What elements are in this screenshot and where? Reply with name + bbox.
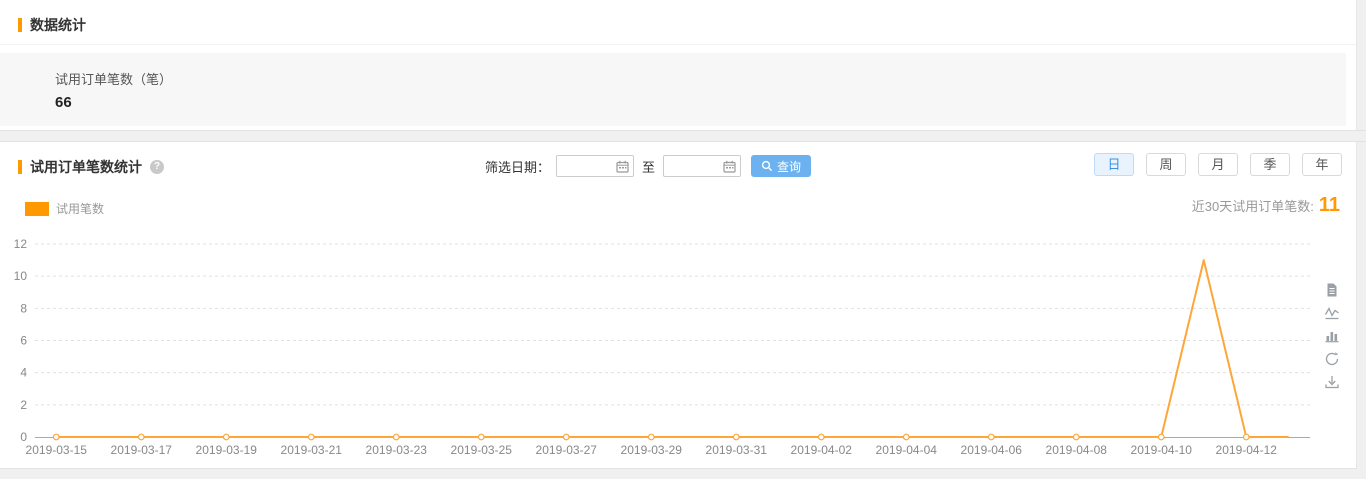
svg-text:2019-04-04: 2019-04-04	[876, 443, 938, 457]
svg-text:2019-03-21: 2019-03-21	[281, 443, 343, 457]
stats-card: 数据统计 试用订单笔数（笔） 66	[0, 0, 1357, 130]
restore-icon[interactable]	[1324, 351, 1340, 367]
save-image-icon[interactable]	[1324, 374, 1340, 390]
period-tab-0[interactable]: 日	[1094, 153, 1134, 176]
chart-section-title: 试用订单笔数统计	[30, 157, 142, 177]
legend-swatch	[25, 202, 49, 216]
date-filter: 筛选日期： 至	[485, 155, 811, 177]
svg-text:12: 12	[14, 237, 28, 251]
chart-card: 试用订单笔数统计 ? 筛选日期： 至	[0, 142, 1357, 469]
svg-text:2019-03-29: 2019-03-29	[621, 443, 683, 457]
period-tab-2[interactable]: 月	[1198, 153, 1238, 176]
start-date-box[interactable]	[556, 155, 634, 177]
stats-title: 数据统计	[30, 15, 86, 35]
line-chart-icon[interactable]	[1324, 305, 1340, 321]
svg-text:2019-04-12: 2019-04-12	[1216, 443, 1278, 457]
period-tabs: 日周月季年	[1082, 153, 1342, 176]
chart-toolbox	[1324, 282, 1340, 397]
summary-label: 近30天试用订单笔数:	[1192, 196, 1314, 215]
bar-chart-icon[interactable]	[1324, 328, 1340, 344]
stat-label: 试用订单笔数（笔）	[55, 69, 1346, 88]
svg-text:0: 0	[20, 430, 27, 444]
legend-label: 试用笔数	[56, 200, 104, 217]
query-button[interactable]: 查询	[751, 155, 811, 177]
svg-text:6: 6	[20, 334, 27, 348]
svg-text:8: 8	[20, 301, 27, 315]
stat-panel: 试用订单笔数（笔） 66	[0, 53, 1346, 126]
svg-text:2019-03-27: 2019-03-27	[536, 443, 598, 457]
section-divider	[0, 130, 1366, 142]
period-tab-1[interactable]: 周	[1146, 153, 1186, 176]
svg-text:2019-04-06: 2019-04-06	[961, 443, 1023, 457]
chart-section-header: 试用订单笔数统计 ?	[18, 157, 164, 177]
svg-text:2019-04-08: 2019-04-08	[1046, 443, 1108, 457]
help-icon[interactable]: ?	[150, 160, 164, 174]
period-tab-3[interactable]: 季	[1250, 153, 1290, 176]
summary: 近30天试用订单笔数: 11	[1192, 194, 1340, 217]
start-date-input[interactable]	[557, 156, 615, 176]
svg-text:2019-03-25: 2019-03-25	[451, 443, 513, 457]
chart-legend[interactable]: 试用笔数	[25, 200, 104, 217]
calendar-icon[interactable]	[616, 160, 629, 173]
svg-text:2: 2	[20, 398, 27, 412]
calendar-icon[interactable]	[723, 160, 736, 173]
period-tab-4[interactable]: 年	[1302, 153, 1342, 176]
grid-lines	[35, 244, 1310, 405]
y-axis-labels: 0 2 4 6 8 10 12	[14, 237, 28, 444]
end-date-box[interactable]	[663, 155, 741, 177]
accent-bar	[18, 160, 22, 174]
line-chart[interactable]: 0246810122019-03-152019-03-172019-03-192…	[0, 230, 1357, 465]
end-date-input[interactable]	[664, 156, 722, 176]
stats-header: 数据统计	[0, 0, 1356, 45]
svg-text:4: 4	[20, 366, 27, 380]
chart-canvas[interactable]: 0246810122019-03-152019-03-172019-03-192…	[0, 230, 1357, 465]
stat-value: 66	[55, 94, 1346, 111]
date-filter-label: 筛选日期：	[485, 157, 550, 176]
x-axis-labels: 2019-03-15 2019-03-17 2019-03-19 2019-03-21…	[26, 443, 1278, 457]
svg-text:2019-03-19: 2019-03-19	[196, 443, 258, 457]
to-label: 至	[642, 157, 655, 176]
series-line	[56, 260, 1289, 437]
svg-text:2019-04-10: 2019-04-10	[1131, 443, 1193, 457]
query-button-label: 查询	[777, 158, 801, 175]
svg-text:2019-03-23: 2019-03-23	[366, 443, 428, 457]
summary-value: 11	[1319, 194, 1340, 217]
search-icon	[761, 160, 773, 172]
svg-text:10: 10	[14, 269, 28, 283]
svg-text:2019-03-31: 2019-03-31	[706, 443, 768, 457]
data-view-icon[interactable]	[1324, 282, 1340, 298]
svg-text:2019-04-02: 2019-04-02	[791, 443, 853, 457]
accent-bar	[18, 18, 22, 32]
svg-text:2019-03-17: 2019-03-17	[111, 443, 173, 457]
svg-text:2019-03-15: 2019-03-15	[26, 443, 88, 457]
